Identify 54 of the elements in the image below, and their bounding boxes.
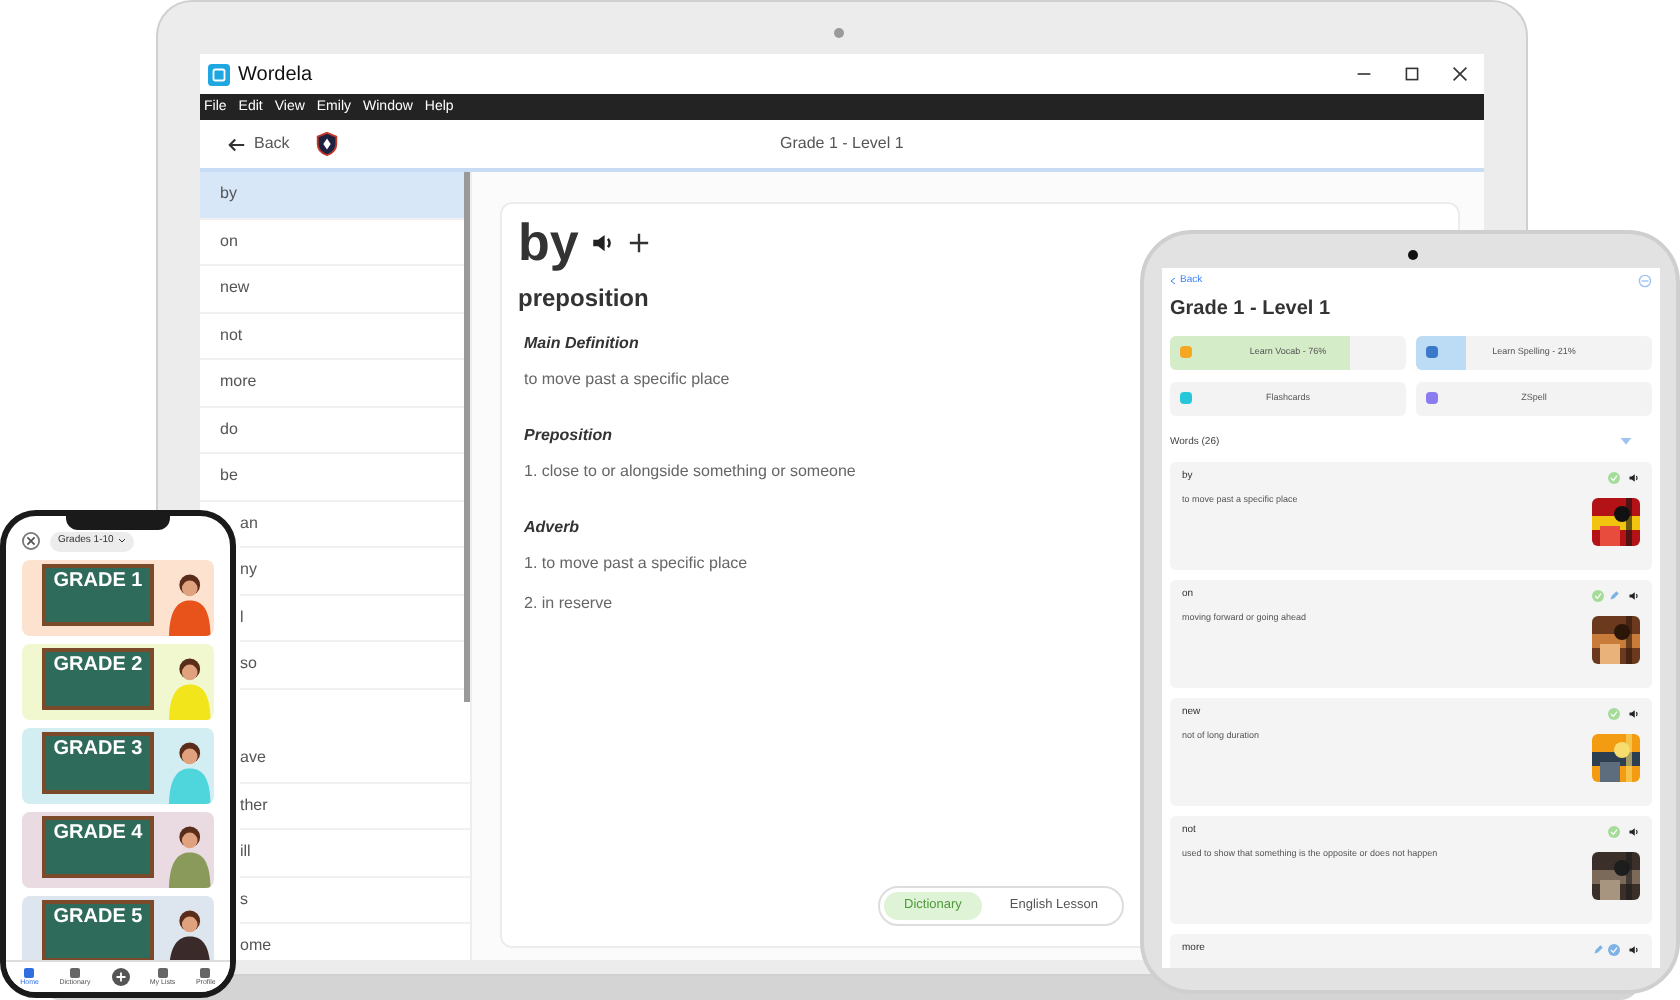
maximize-icon[interactable]: [1404, 66, 1420, 82]
word-list-item[interactable]: by: [200, 172, 470, 219]
grade-title: GRADE 3: [53, 739, 143, 759]
part-of-speech: preposition: [518, 282, 649, 316]
word-list-item[interactable]: ill: [240, 830, 470, 877]
speaker-icon[interactable]: [1628, 943, 1640, 956]
add-circle-icon[interactable]: [111, 968, 130, 986]
definition-text: to move past a specific place: [524, 368, 730, 392]
speaker-icon[interactable]: [1628, 825, 1640, 838]
tab-icon: [200, 967, 211, 978]
shield-logo-icon: [313, 130, 340, 158]
add-icon[interactable]: [628, 231, 651, 253]
chevron-left-icon: [1170, 276, 1176, 287]
definition-text: 1. to move past a specific place: [524, 552, 748, 576]
section-heading: Preposition: [524, 424, 613, 448]
grade-title: GRADE 2: [53, 655, 143, 675]
grade-title: GRADE 5: [53, 907, 143, 927]
word-list-item[interactable]: s: [240, 877, 470, 924]
page-title: Grade 1 - Level 1: [780, 132, 904, 156]
speaker-icon[interactable]: [590, 229, 617, 255]
back-button[interactable]: Back: [228, 132, 290, 156]
tab-icon: [157, 967, 168, 978]
speaker-icon[interactable]: [1628, 707, 1640, 720]
window-title: Wordela: [238, 61, 313, 89]
tab-icon: [70, 967, 81, 978]
definition-text: 2. in reserve: [524, 592, 613, 616]
grade-card[interactable]: GRADE 2: [22, 643, 214, 719]
word-list-item[interactable]: ther: [240, 783, 470, 830]
grade-title: GRADE 4: [53, 823, 143, 843]
grade-card[interactable]: GRADE 3: [22, 727, 214, 803]
screen-title: Grade 1 - Level 1: [1170, 295, 1333, 323]
grade-title: GRADE 1: [53, 571, 143, 591]
close-icon[interactable]: [22, 532, 40, 551]
grade-card[interactable]: GRADE 5: [22, 895, 214, 960]
word-list-item[interactable]: ave: [240, 736, 470, 783]
word-list-item[interactable]: ome: [240, 924, 470, 960]
grade-card[interactable]: GRADE 1: [22, 559, 214, 635]
phone-notch: [66, 516, 170, 530]
action-icon: [1426, 391, 1438, 403]
headword: by: [518, 216, 579, 268]
definition-text: 1. close to or alongside something or someone: [524, 460, 856, 484]
speaker-icon[interactable]: [1628, 589, 1640, 602]
speaker-icon[interactable]: [1628, 471, 1640, 484]
scrollbar-thumb[interactable]: [464, 172, 470, 702]
camera-icon: [834, 28, 844, 38]
tab-icon: [24, 967, 35, 978]
section-heading: Adverb: [524, 516, 580, 540]
section-heading: Main Definition: [524, 332, 639, 356]
grade-card[interactable]: GRADE 4: [22, 811, 214, 887]
app-logo-icon: [208, 63, 230, 85]
action-icon: [1180, 391, 1192, 403]
close-icon[interactable]: [1452, 66, 1468, 82]
arrow-left-icon: [228, 135, 246, 153]
camera-icon: [1408, 250, 1418, 260]
